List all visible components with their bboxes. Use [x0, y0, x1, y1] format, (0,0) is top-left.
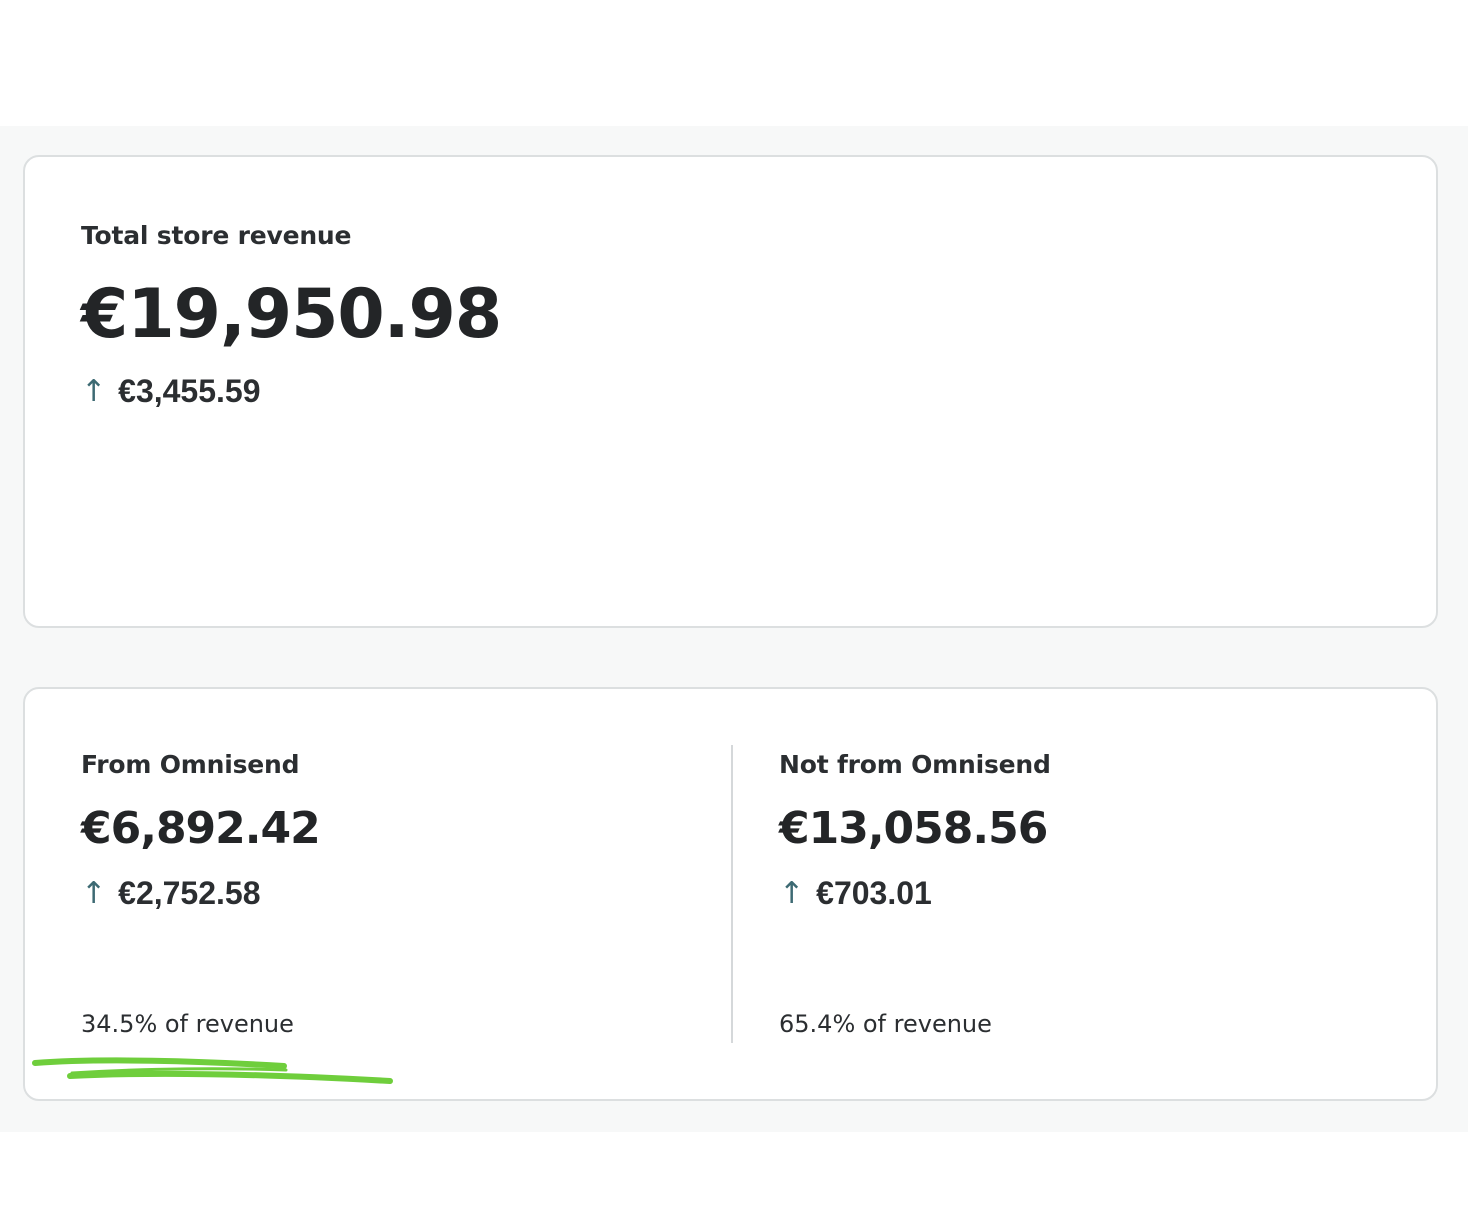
total-revenue-value: €19,950.98: [81, 275, 502, 354]
revenue-breakdown-card: From Omnisend €6,892.42 ↑ €2,752.58 34.5…: [23, 687, 1438, 1101]
not-omnisend-revenue-share: 65.4% of revenue: [779, 1010, 992, 1038]
arrow-up-icon: ↑: [81, 876, 107, 911]
not-omnisend-revenue-change-value: €703.01: [816, 875, 932, 911]
total-revenue-change-value: €3,455.59: [118, 373, 261, 409]
not-omnisend-revenue-change: ↑ €703.01: [779, 875, 932, 912]
column-divider: [731, 745, 733, 1043]
total-revenue-label: Total store revenue: [81, 221, 352, 250]
total-revenue-card: Total store revenue €19,950.98 ↑ €3,455.…: [23, 155, 1438, 628]
omnisend-revenue-label: From Omnisend: [81, 750, 300, 779]
total-revenue-change: ↑ €3,455.59: [81, 373, 261, 410]
not-omnisend-revenue-label: Not from Omnisend: [779, 750, 1051, 779]
arrow-up-icon: ↑: [81, 374, 107, 409]
omnisend-revenue-share: 34.5% of revenue: [81, 1010, 294, 1038]
omnisend-revenue-value: €6,892.42: [81, 803, 321, 854]
arrow-up-icon: ↑: [779, 876, 805, 911]
omnisend-revenue-change-value: €2,752.58: [118, 875, 261, 911]
omnisend-revenue-change: ↑ €2,752.58: [81, 875, 261, 912]
not-omnisend-revenue-value: €13,058.56: [779, 803, 1048, 854]
